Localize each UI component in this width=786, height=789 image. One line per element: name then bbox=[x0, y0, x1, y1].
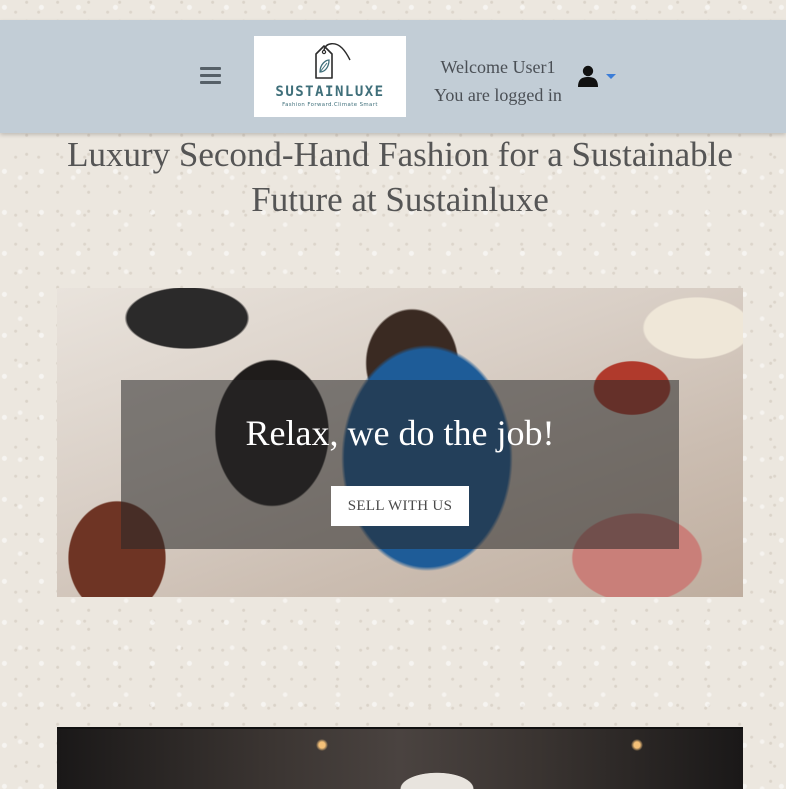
caret-down-icon bbox=[606, 74, 616, 79]
hero-heading: Relax, we do the job! bbox=[245, 413, 555, 453]
hamburger-menu-icon[interactable] bbox=[200, 67, 221, 84]
hero-banner: Relax, we do the job! SELL WITH US bbox=[57, 288, 743, 597]
tag-leaf-icon bbox=[315, 43, 351, 79]
site-header: SUSTAINLUXE Fashion Forward.Climate Smar… bbox=[0, 20, 786, 133]
logo-brand-name: SUSTAINLUXE bbox=[275, 84, 385, 100]
logo-tagline: Fashion Forward.Climate Smart bbox=[282, 102, 378, 108]
page-title: Luxury Second-Hand Fashion for a Sustain… bbox=[67, 135, 733, 219]
sell-with-us-button[interactable]: SELL WITH US bbox=[331, 486, 469, 526]
user-menu-toggle[interactable] bbox=[576, 65, 620, 89]
hero-overlay: Relax, we do the job! SELL WITH US bbox=[121, 380, 679, 549]
brand-logo[interactable]: SUSTAINLUXE Fashion Forward.Climate Smar… bbox=[254, 36, 406, 117]
user-icon bbox=[578, 65, 598, 87]
welcome-text: Welcome User1 bbox=[440, 57, 556, 77]
login-status-text: You are logged in bbox=[434, 85, 562, 105]
welcome-block: Welcome User1 You are logged in bbox=[425, 53, 571, 109]
